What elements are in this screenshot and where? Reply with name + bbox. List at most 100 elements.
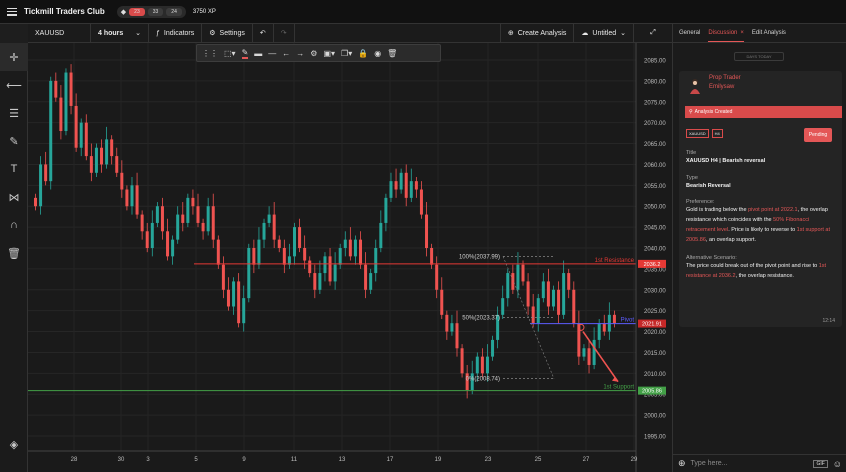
- candle-body: [435, 264, 439, 290]
- copy-icon[interactable]: ❐▾: [341, 49, 352, 58]
- candle-body: [166, 231, 170, 257]
- time-tick-label: 23: [485, 457, 492, 463]
- candle-body: [369, 273, 373, 290]
- candle-body: [155, 206, 159, 223]
- price-tick-label: 2055.00: [644, 184, 666, 190]
- price-axis-background: [636, 43, 672, 472]
- panel-tabs: General Discussion × Edit Analysis: [673, 24, 846, 43]
- delete-icon[interactable]: 🗑: [387, 49, 397, 58]
- candle-body: [546, 281, 550, 307]
- close-icon[interactable]: ×: [740, 30, 744, 36]
- tool-horizontal-line[interactable]: ⟵: [0, 71, 28, 99]
- tool-trash[interactable]: 🗑: [0, 239, 28, 267]
- candle-body: [226, 289, 230, 307]
- line-thick-icon[interactable]: ▬: [254, 49, 262, 58]
- support-marker-label: 2005.86: [642, 389, 662, 395]
- pin-icon: ⚲: [689, 109, 693, 115]
- rank-badge[interactable]: ◆ 23 33 24: [116, 5, 186, 18]
- timeframe-label: 4 hours: [98, 29, 124, 37]
- alternative-segment: , the overlap resistance.: [735, 273, 794, 279]
- candle-body: [196, 206, 200, 223]
- layout-selector[interactable]: ☁ Untitled ⌄: [574, 24, 634, 42]
- lock-icon[interactable]: 🔒: [358, 49, 368, 58]
- candle-body: [298, 227, 302, 248]
- tool-pattern[interactable]: ⋈: [0, 183, 28, 211]
- price-chart[interactable]: 1st Resistance Pivot 1st Support 100%(2037.…: [28, 43, 672, 472]
- price-tick-label: 2070.00: [644, 121, 666, 127]
- create-analysis-button[interactable]: ⊕ Create Analysis: [499, 24, 575, 42]
- candle-body: [318, 273, 322, 290]
- emoji-icon[interactable]: ☺: [833, 459, 842, 469]
- message-time: 12:14: [822, 318, 835, 324]
- candle-body: [267, 214, 271, 223]
- tab-edit-analysis[interactable]: Edit Analysis: [752, 24, 786, 42]
- candle-body: [425, 214, 429, 248]
- tool-crosshair[interactable]: ✛: [0, 43, 28, 71]
- price-tick-label: 2065.00: [644, 142, 666, 148]
- candle-body: [455, 323, 459, 349]
- symbol-selector[interactable]: XAUUSD: [28, 24, 91, 42]
- preference-segment: pivot point at 2022.1: [748, 207, 798, 213]
- candle-body: [572, 289, 576, 324]
- pattern-icon: ⋈: [8, 191, 20, 204]
- candle-body: [475, 356, 479, 374]
- gif-button[interactable]: GIF: [813, 459, 828, 468]
- time-tick-label: 19: [435, 457, 442, 463]
- candle-body: [338, 248, 342, 265]
- author-name[interactable]: Emilysaw: [709, 84, 734, 90]
- drag-handle-icon[interactable]: ⋮⋮: [202, 49, 218, 58]
- indicators-icon: ƒ: [156, 29, 160, 37]
- tool-layers[interactable]: ◈: [0, 430, 28, 458]
- pen-icon[interactable]: ✎: [241, 48, 249, 59]
- candle-body: [491, 339, 495, 357]
- candle-body: [120, 172, 124, 190]
- tab-general[interactable]: General: [679, 24, 700, 42]
- chart-area[interactable]: 1st Resistance Pivot 1st Support 100%(2037.…: [28, 43, 672, 472]
- message-input[interactable]: Type here...: [691, 460, 809, 467]
- shape-select-icon[interactable]: ⬚▾: [224, 49, 236, 58]
- indicators-button[interactable]: ƒ Indicators: [149, 24, 203, 42]
- candle-body: [364, 264, 368, 290]
- candle-body: [612, 314, 616, 324]
- time-tick-label: 29: [631, 457, 638, 463]
- symbol-label: XAUUSD: [35, 29, 65, 37]
- tool-magnet[interactable]: ∩: [0, 211, 28, 239]
- eye-icon[interactable]: ◉: [374, 49, 381, 58]
- pending-button[interactable]: Pending: [804, 128, 832, 142]
- redo-button[interactable]: ↷: [274, 24, 295, 42]
- settings-icon[interactable]: ⚙: [310, 49, 317, 58]
- layers-icon[interactable]: ▣▾: [323, 49, 335, 58]
- price-tick-label: 2040.00: [644, 247, 666, 253]
- timeframe-selector[interactable]: 4 hours ⌄: [91, 24, 149, 42]
- candle-body: [440, 289, 444, 315]
- fullscreen-button[interactable]: ⤢: [634, 24, 672, 42]
- arrow-left-icon[interactable]: ←: [282, 49, 290, 58]
- candle-body: [272, 214, 276, 240]
- candle-body: [160, 206, 164, 232]
- magnet-icon: ∩: [10, 219, 18, 231]
- line-thin-icon[interactable]: —: [268, 49, 276, 58]
- tab-discussion[interactable]: Discussion ×: [708, 24, 744, 42]
- type-label: Type: [686, 175, 698, 181]
- tool-channel[interactable]: ☰: [0, 99, 28, 127]
- trash-icon: 🗑: [7, 247, 21, 260]
- tool-brush[interactable]: ✎: [0, 127, 28, 155]
- candle-body: [511, 273, 515, 290]
- undo-icon: ↶: [259, 30, 266, 37]
- horizontal-line-icon: ⟵: [6, 79, 22, 92]
- candle-body: [348, 239, 352, 257]
- price-tick-label: 2030.00: [644, 288, 666, 294]
- arrow-right-icon[interactable]: →: [296, 49, 304, 58]
- pivot-marker-label: 2021.91: [642, 322, 662, 328]
- plus-icon[interactable]: ⊕: [678, 458, 686, 469]
- candle-body: [374, 248, 378, 274]
- settings-button[interactable]: ⚙ Settings: [202, 24, 253, 42]
- candle-body: [79, 122, 83, 148]
- undo-button[interactable]: ↶: [253, 24, 274, 42]
- menu-icon[interactable]: [7, 7, 17, 16]
- candle-body: [191, 197, 195, 207]
- candle-body: [150, 222, 154, 248]
- candle-body: [201, 222, 205, 232]
- tool-text[interactable]: T: [0, 155, 28, 183]
- candle-body: [145, 231, 149, 248]
